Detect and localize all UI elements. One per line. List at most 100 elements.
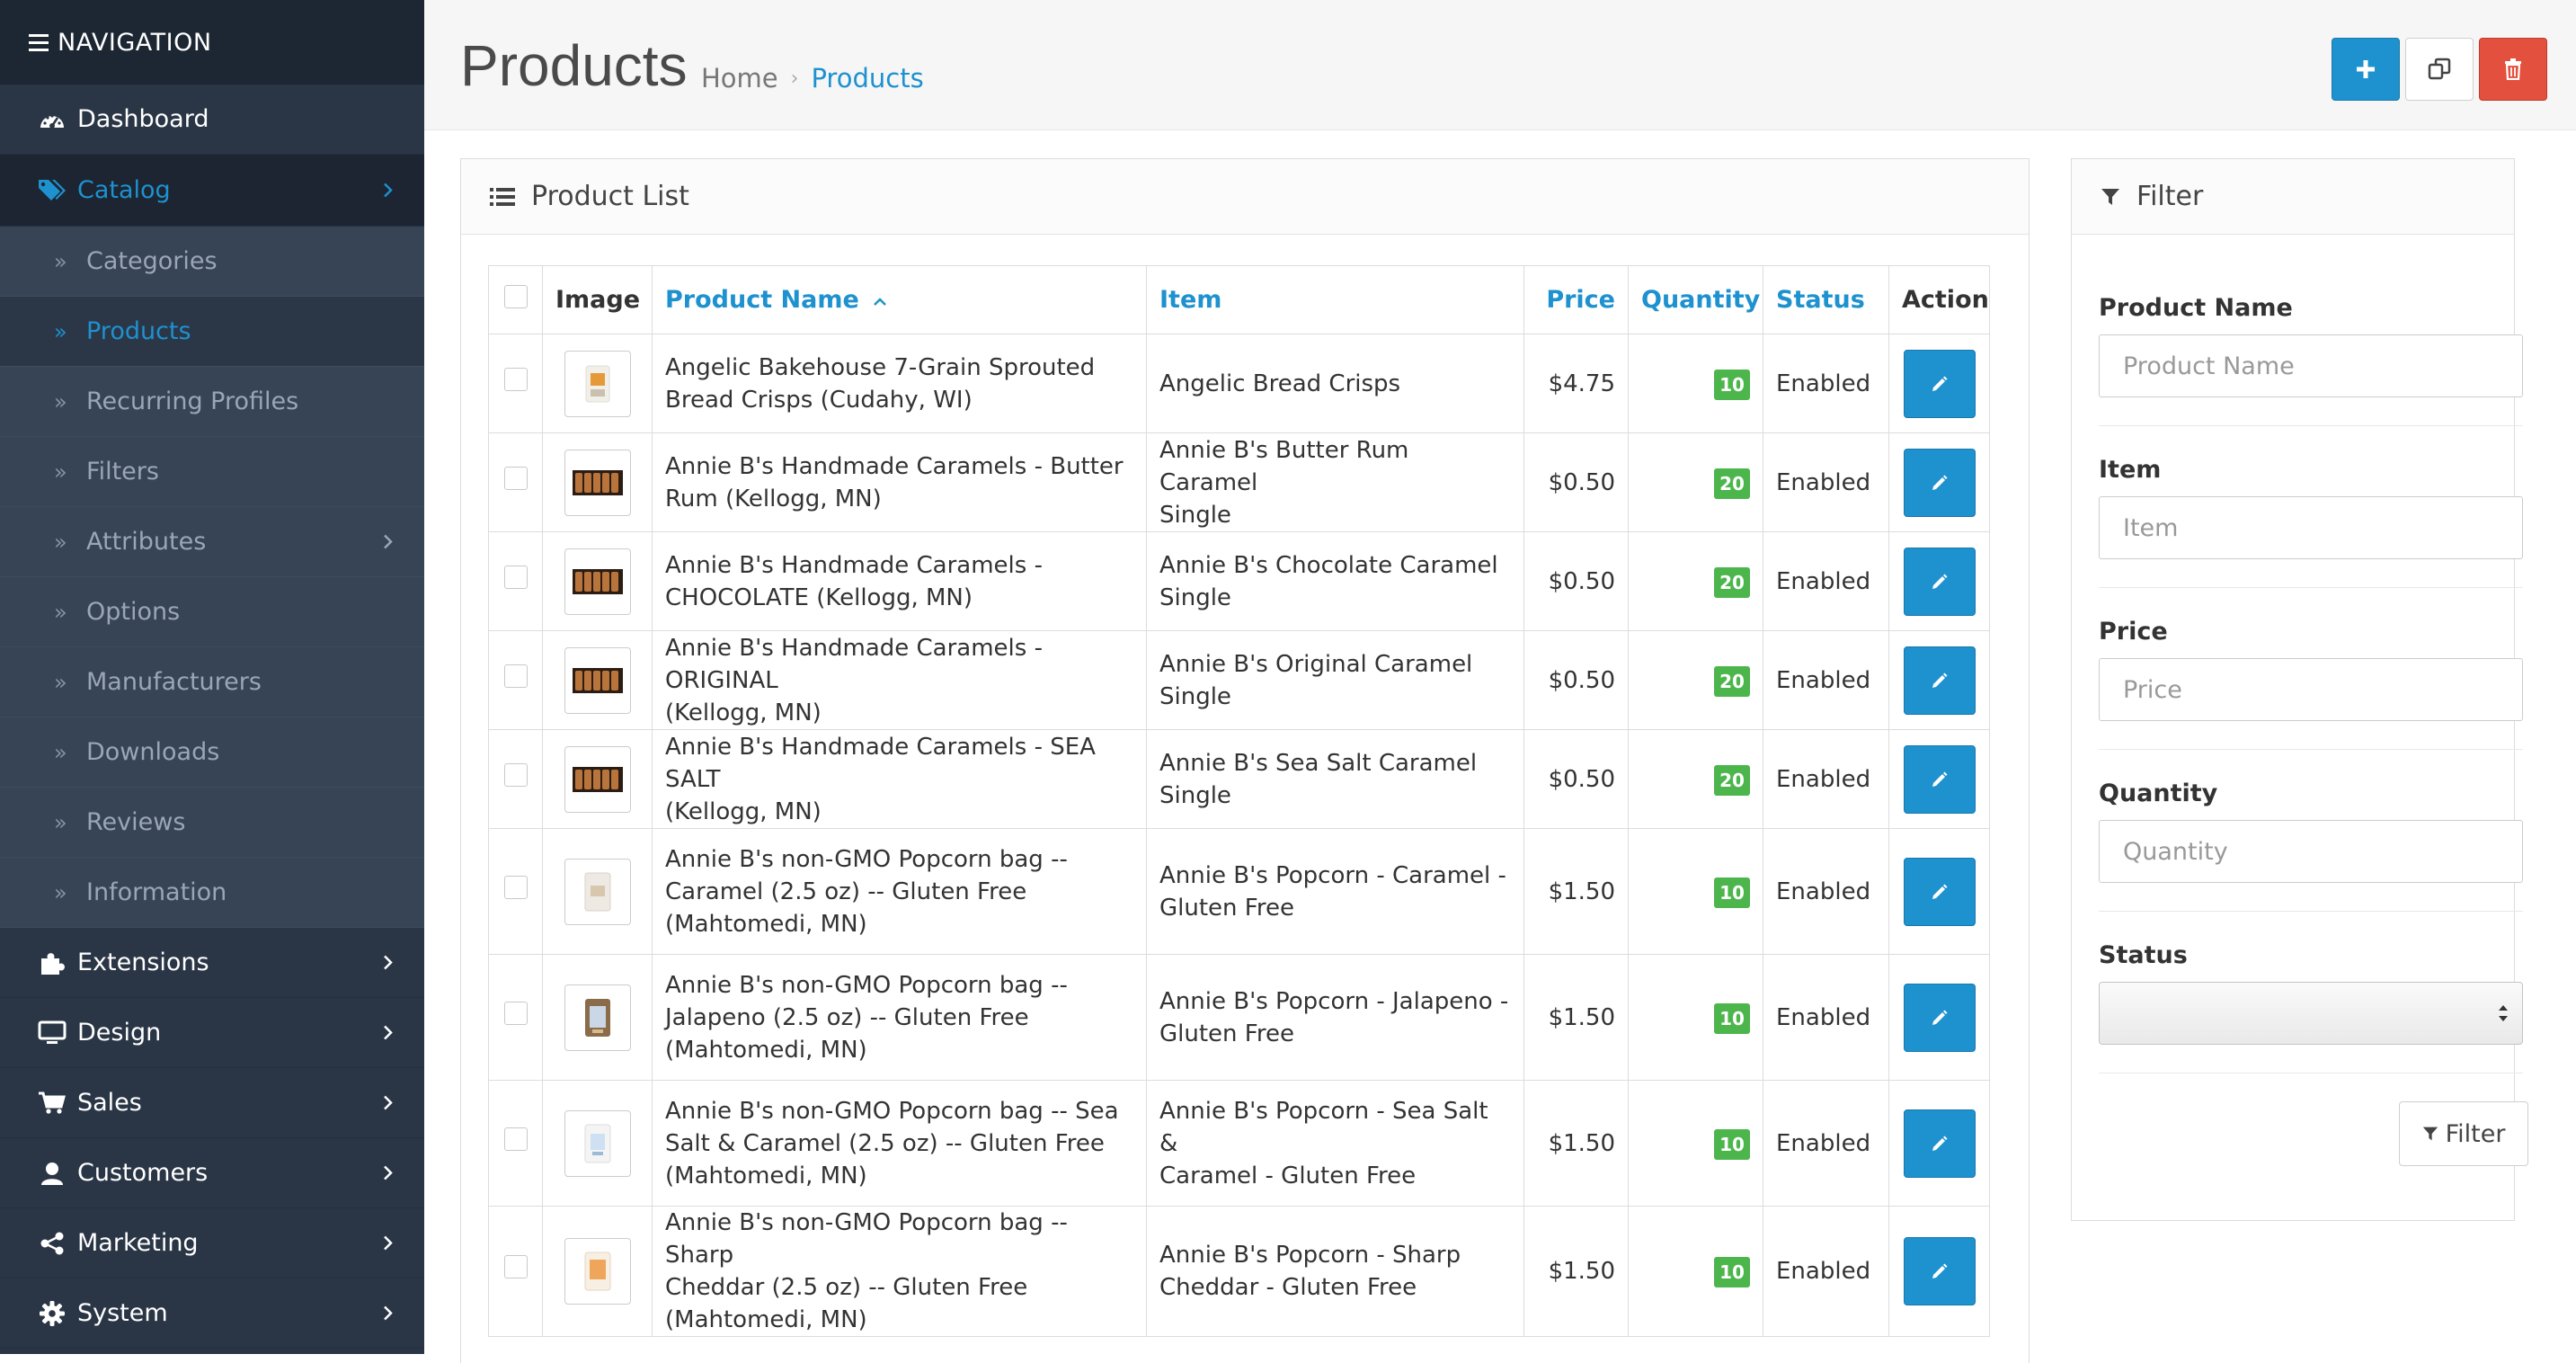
column-header-status[interactable]: Status <box>1763 265 1889 334</box>
status-cell: Enabled <box>1763 828 1889 955</box>
pencil-icon <box>1932 475 1947 490</box>
price-cell: $0.50 <box>1523 630 1629 730</box>
chevron-right-icon <box>383 949 394 976</box>
copy-button[interactable] <box>2405 38 2474 101</box>
product-name-line: Angelic Bakehouse 7-Grain Sprouted <box>665 353 1096 381</box>
sidebar-item-marketing[interactable]: Marketing <box>0 1208 424 1278</box>
select-all-checkbox[interactable] <box>503 285 528 308</box>
breadcrumb-home[interactable]: Home <box>701 63 778 94</box>
status-cell: Enabled <box>1763 954 1889 1081</box>
row-checkbox[interactable] <box>503 565 528 589</box>
action-cell <box>1888 1206 1990 1337</box>
filter-panel: Filter Product Name Item Price Quantity … <box>2071 158 2528 1221</box>
product-name-cell: Annie B's Handmade Caramels - Butter Rum … <box>652 432 1147 532</box>
edit-button[interactable] <box>1903 1109 1976 1178</box>
item-cell: Annie B's Original Caramel Single <box>1146 630 1524 730</box>
edit-button[interactable] <box>1903 983 1976 1052</box>
quantity-badge: 10 <box>1714 1128 1750 1160</box>
quantity-cell: 10 <box>1628 334 1763 433</box>
sidebar-subitem-filters[interactable]: » Filters <box>0 437 424 507</box>
tags-icon <box>36 174 68 207</box>
quantity-badge: 20 <box>1714 764 1750 796</box>
edit-button[interactable] <box>1903 448 1976 517</box>
product-name-cell: Annie B's Handmade Caramels - ORIGINAL (K… <box>652 630 1147 730</box>
double-chevron-icon: » <box>54 529 67 555</box>
row-select-cell <box>488 531 543 631</box>
product-name-cell: Annie B's Handmade Caramels - SEA SALT (K… <box>652 729 1147 829</box>
column-header-item[interactable]: Item <box>1146 265 1524 334</box>
product-name-input[interactable] <box>2099 334 2523 397</box>
action-cell <box>1888 531 1990 631</box>
sidebar-subitem-products[interactable]: » Products <box>0 297 424 367</box>
row-checkbox[interactable] <box>503 367 528 391</box>
pencil-icon <box>1932 884 1947 899</box>
table-row: Annie B's non-GMO Popcorn bag -- Sea Salt… <box>488 1080 1990 1207</box>
item-line: Annie B's Chocolate Caramel <box>1159 551 1498 579</box>
column-header-price[interactable]: Price <box>1523 265 1629 334</box>
trash-icon <box>2505 58 2521 80</box>
filter-label: Product Name <box>2099 294 2293 322</box>
row-checkbox[interactable] <box>503 1255 528 1278</box>
edit-button[interactable] <box>1903 547 1976 616</box>
sidebar-subitem-options[interactable]: » Options <box>0 577 424 647</box>
row-checkbox[interactable] <box>503 762 528 787</box>
sidebar-subitem-categories[interactable]: » Categories <box>0 227 424 297</box>
column-header-quantity[interactable]: Quantity <box>1628 265 1763 334</box>
item-cell: Annie B's Popcorn - Caramel - Gluten Free <box>1146 828 1524 955</box>
sidebar-item-customers[interactable]: Customers <box>0 1138 424 1208</box>
image-cell <box>542 432 653 532</box>
sidebar-item-design[interactable]: Design <box>0 998 424 1068</box>
user-icon <box>36 1157 68 1189</box>
product-name-line: Annie B's non-GMO Popcorn bag -- <box>665 971 1068 999</box>
product-name-cell: Annie B's non-GMO Popcorn bag -- Sharp Ch… <box>652 1206 1147 1337</box>
filter-group-price: Price <box>2099 618 2523 721</box>
item-line: Gluten Free <box>1159 894 1294 922</box>
edit-button[interactable] <box>1903 744 1976 814</box>
row-checkbox[interactable] <box>503 664 528 688</box>
sidebar-item-extensions[interactable]: Extensions <box>0 928 424 998</box>
add-new-button[interactable] <box>2332 38 2400 101</box>
product-name-line: (Mahtomedi, MN) <box>665 910 867 938</box>
sidebar-item-dashboard[interactable]: Dashboard <box>0 85 424 155</box>
breadcrumb-separator-icon: › <box>790 67 799 90</box>
sidebar-subitem-downloads[interactable]: » Downloads <box>0 717 424 788</box>
sidebar-item-sales[interactable]: Sales <box>0 1068 424 1138</box>
edit-button[interactable] <box>1903 857 1976 926</box>
sidebar-subitem-information[interactable]: » Information <box>0 858 424 928</box>
item-cell: Annie B's Sea Salt Caramel Single <box>1146 729 1524 829</box>
sidebar-subitem-attributes[interactable]: » Attributes <box>0 507 424 577</box>
nav-header[interactable]: NAVIGATION <box>0 0 424 85</box>
item-input[interactable] <box>2099 496 2523 559</box>
product-thumbnail <box>564 1238 631 1305</box>
nav-header-label: NAVIGATION <box>58 28 212 57</box>
row-checkbox[interactable] <box>503 875 528 899</box>
sidebar-subitem-recurring-profiles[interactable]: » Recurring Profiles <box>0 367 424 437</box>
price-cell: $4.75 <box>1523 334 1629 433</box>
edit-button[interactable] <box>1903 349 1976 418</box>
sidebar-subitem-reviews[interactable]: » Reviews <box>0 788 424 858</box>
price-input[interactable] <box>2099 658 2523 721</box>
sidebar-subitem-manufacturers[interactable]: » Manufacturers <box>0 647 424 717</box>
quantity-badge: 20 <box>1714 665 1750 697</box>
quantity-input[interactable] <box>2099 820 2523 883</box>
row-checkbox[interactable] <box>503 1127 528 1151</box>
column-header-product-name[interactable]: Product Name <box>652 265 1147 334</box>
breadcrumb-products[interactable]: Products <box>811 63 923 94</box>
edit-button[interactable] <box>1903 1237 1976 1305</box>
sidebar-item-catalog[interactable]: Catalog <box>0 155 424 227</box>
delete-button[interactable] <box>2479 38 2547 101</box>
sidebar-item-system[interactable]: System <box>0 1278 424 1349</box>
filter-button[interactable]: Filter <box>2399 1101 2528 1166</box>
sidebar-subitem-label: Manufacturers <box>86 668 262 696</box>
price-cell: $0.50 <box>1523 729 1629 829</box>
product-list-panel: Product List Image Product Name Item Pri… <box>460 158 2030 1363</box>
edit-button[interactable] <box>1903 646 1976 715</box>
sidebar-item-label: Customers <box>77 1159 209 1187</box>
row-checkbox[interactable] <box>503 466 528 490</box>
status-select[interactable] <box>2099 982 2523 1045</box>
status-cell: Enabled <box>1763 1080 1889 1207</box>
item-cell: Annie B's Chocolate Caramel Single <box>1146 531 1524 631</box>
item-line: Gluten Free <box>1159 1020 1294 1047</box>
row-checkbox[interactable] <box>503 1001 528 1025</box>
double-chevron-icon: » <box>54 459 67 485</box>
